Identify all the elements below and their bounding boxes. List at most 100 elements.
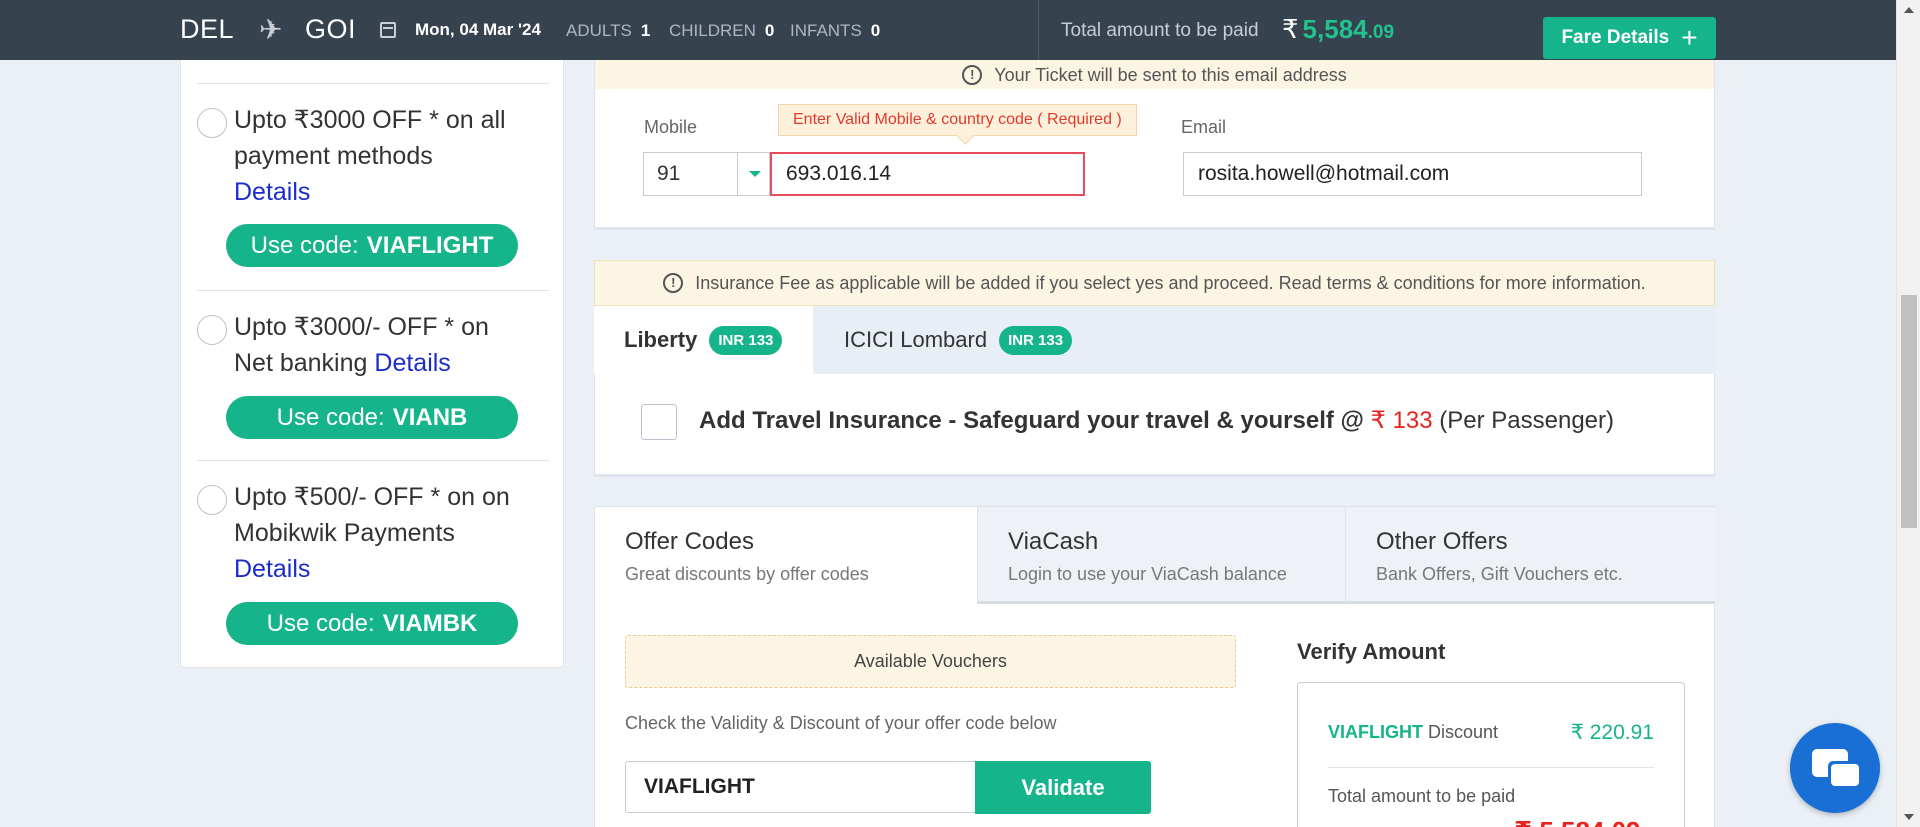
verify-amount-box: VIAFLIGHT Discount ₹ 220.91 Total amount… <box>1297 682 1685 827</box>
offer-description: Upto ₹500/- OFF * on on Mobikwik Payment… <box>234 483 510 547</box>
booking-header: DEL ✈ GOI Mon, 04 Mar '24 ADULTS 1 CHILDR… <box>0 0 1896 60</box>
use-code-label: Use code: <box>276 403 385 431</box>
divider <box>1328 767 1654 768</box>
header-divider <box>1038 0 1039 60</box>
insurance-body: Add Travel Insurance - Safeguard your tr… <box>594 374 1715 477</box>
offers-section: Offer Codes Great discounts by offer cod… <box>594 506 1715 827</box>
chat-widget-button[interactable] <box>1790 723 1880 813</box>
total-integer: 5,584 <box>1302 14 1368 44</box>
scroll-up-icon[interactable] <box>1904 7 1914 13</box>
tab-label: ICICI Lombard <box>844 327 988 352</box>
mobile-label: Mobile <box>644 117 698 137</box>
info-icon: ! <box>663 273 684 293</box>
offer-item[interactable]: Upto ₹3000 OFF * on all payment methods … <box>197 83 549 290</box>
verify-total-value: ₹ 5,584.09 <box>1514 816 1641 827</box>
offer-radio[interactable] <box>197 315 227 345</box>
offer-code: VIAMBK <box>382 609 478 637</box>
contact-details-card: ! Your Ticket will be sent to this email… <box>594 40 1715 230</box>
validate-button[interactable]: Validate <box>975 761 1151 814</box>
tab-title: Offer Codes <box>625 528 754 555</box>
tab-subtitle: Great discounts by offer codes <box>625 564 869 584</box>
offer-item[interactable]: Upto ₹500/- OFF * on on Mobikwik Payment… <box>197 460 549 667</box>
date-text: Mon, 04 Mar '24 <box>415 20 541 39</box>
add-insurance-checkbox[interactable] <box>641 404 677 440</box>
tab-title: Other Offers <box>1376 528 1508 555</box>
offer-text: Upto ₹500/- OFF * on on Mobikwik Payment… <box>234 479 534 587</box>
offers-panel: Upto ₹3000 OFF * on all payment methods … <box>180 40 564 668</box>
scroll-thumb[interactable] <box>1901 295 1917 528</box>
children-label: CHILDREN <box>669 21 756 40</box>
fare-details-label: Fare Details <box>1561 27 1670 48</box>
offer-radio[interactable] <box>197 485 227 515</box>
tab-title: ViaCash <box>1008 528 1099 555</box>
ticket-note-text: Your Ticket will be sent to this email a… <box>994 64 1347 85</box>
offer-code-button[interactable]: Use code: VIAFLIGHT <box>226 224 518 267</box>
validity-text: Check the Validity & Discount of your of… <box>625 713 1057 733</box>
offer-text: Upto ₹3000/- OFF * on Net banking Detail… <box>234 309 534 381</box>
airplane-icon: ✈ <box>259 14 283 45</box>
fare-details-button[interactable]: Fare Details + <box>1543 17 1716 59</box>
route: DEL ✈ GOI <box>180 13 356 46</box>
tab-subtitle: Bank Offers, Gift Vouchers etc. <box>1376 564 1623 584</box>
offer-code: VIANB <box>392 403 468 431</box>
tab-icici-lombard[interactable]: ICICI Lombard INR 133 <box>844 306 1073 374</box>
tab-subtitle: Login to use your ViaCash balance <box>1008 564 1287 584</box>
use-code-label: Use code: <box>250 231 359 259</box>
origin-code: DEL <box>180 14 235 44</box>
caret-down-icon[interactable] <box>737 153 769 195</box>
verify-amount-title: Verify Amount <box>1297 639 1446 664</box>
email-input[interactable] <box>1183 152 1642 196</box>
country-code-select[interactable]: 91 <box>643 152 770 196</box>
page-scrollbar[interactable] <box>1896 0 1920 827</box>
offer-item[interactable]: Upto ₹3000/- OFF * on Net banking Detail… <box>197 290 549 460</box>
scroll-down-icon[interactable] <box>1904 814 1914 820</box>
calendar-icon <box>380 22 396 38</box>
travel-date: Mon, 04 Mar '24 <box>380 20 541 40</box>
offer-details-link[interactable]: Details <box>234 555 310 583</box>
insurance-tabs: Liberty INR 133 ICICI Lombard INR 133 <box>594 306 1715 374</box>
offer-description: Upto ₹3000 OFF * on all payment methods <box>234 106 506 170</box>
offer-text: Upto ₹3000 OFF * on all payment methods … <box>234 102 534 210</box>
tab-viacash[interactable]: ViaCash Login to use your ViaCash balanc… <box>977 507 1345 604</box>
adults-label: ADULTS <box>566 21 632 40</box>
infants-value: 0 <box>870 21 881 40</box>
insurance-per: (Per Passenger) <box>1439 407 1615 434</box>
tab-offer-codes[interactable]: Offer Codes Great discounts by offer cod… <box>595 507 977 604</box>
discount-code: VIAFLIGHT <box>1328 722 1423 742</box>
offer-code: VIAFLIGHT <box>366 231 494 259</box>
price-badge: INR 133 <box>999 325 1073 355</box>
country-code-value: 91 <box>657 162 681 185</box>
offer-code-button[interactable]: Use code: VIANB <box>226 396 518 439</box>
adults-value: 1 <box>640 21 651 40</box>
infants-count: INFANTS 0 <box>790 21 880 41</box>
children-value: 0 <box>764 21 775 40</box>
infants-label: INFANTS <box>790 21 862 40</box>
available-vouchers-button[interactable]: Available Vouchers <box>625 635 1236 688</box>
offer-code-button[interactable]: Use code: VIAMBK <box>226 602 518 645</box>
tab-other-offers[interactable]: Other Offers Bank Offers, Gift Vouchers … <box>1345 507 1715 604</box>
insurance-note-text: Insurance Fee as applicable will be adde… <box>695 272 1646 293</box>
offer-details-link[interactable]: Details <box>374 349 450 377</box>
header-total-amount: ₹5,584.09 <box>1282 14 1394 45</box>
tab-liberty[interactable]: Liberty INR 133 <box>594 306 813 374</box>
insurance-add-label: Add Travel Insurance - Safeguard your tr… <box>699 407 1364 434</box>
discount-text: Discount <box>1428 722 1499 742</box>
discount-row: VIAFLIGHT Discount ₹ 220.91 <box>1328 721 1654 745</box>
rupee-icon: ₹ <box>1282 14 1299 44</box>
mobile-error-tooltip: Enter Valid Mobile & country code ( Requ… <box>778 104 1137 136</box>
use-code-label: Use code: <box>266 609 375 637</box>
plus-icon: + <box>1681 22 1698 53</box>
insurance-note: ! Insurance Fee as applicable will be ad… <box>594 260 1715 306</box>
offer-code-input[interactable] <box>625 761 975 813</box>
mobile-input[interactable] <box>770 152 1085 196</box>
price-badge: INR 133 <box>709 325 783 355</box>
insurance-offer-text: Add Travel Insurance - Safeguard your tr… <box>699 406 1614 435</box>
offer-details-link[interactable]: Details <box>234 178 310 206</box>
offer-radio[interactable] <box>197 108 227 138</box>
insurance-price: ₹ 133 <box>1370 407 1433 434</box>
verify-total-label: Total amount to be paid <box>1328 786 1516 806</box>
adults-count: ADULTS 1 <box>566 21 650 41</box>
info-icon: ! <box>962 65 983 85</box>
total-decimal: .09 <box>1367 22 1395 43</box>
header-total-label: Total amount to be paid <box>1061 20 1259 41</box>
